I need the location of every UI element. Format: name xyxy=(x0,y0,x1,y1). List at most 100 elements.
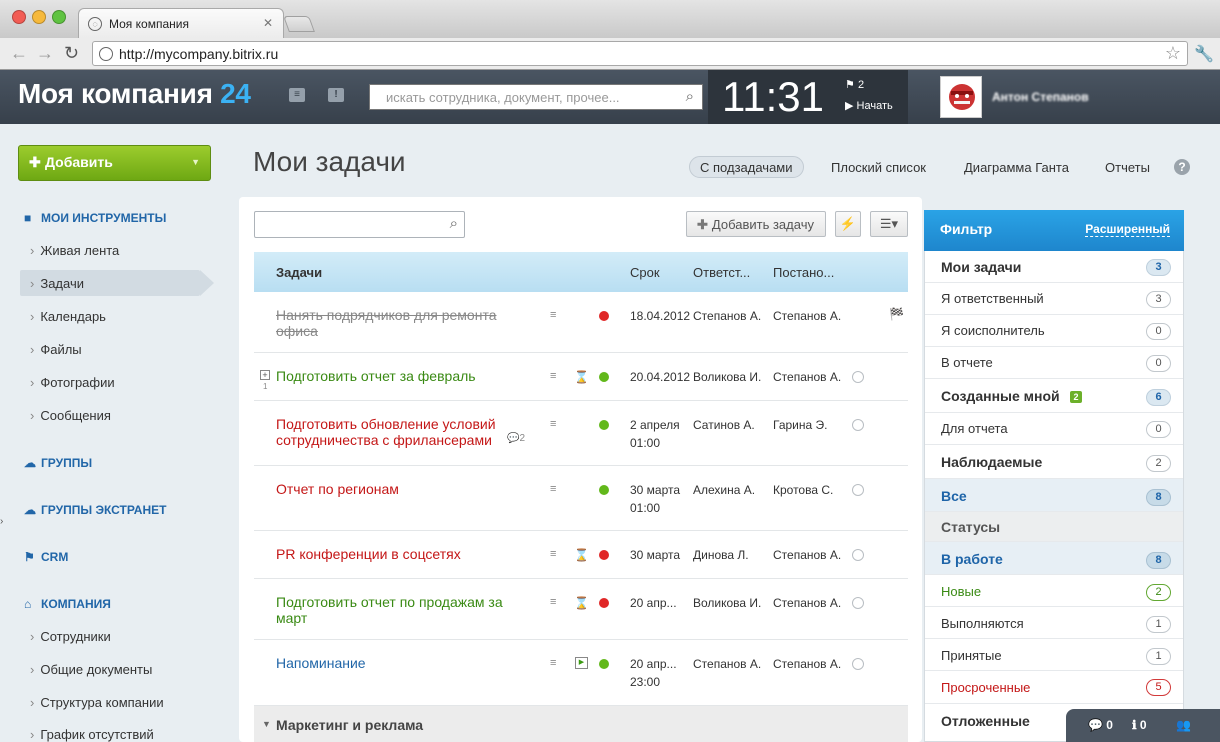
task-menu-icon[interactable]: ≡ xyxy=(550,596,556,608)
sidebar-section-crm[interactable]: ⚑ CRM xyxy=(24,550,68,564)
complete-checkbox[interactable] xyxy=(852,658,864,670)
column-header-responsible[interactable]: Ответст... xyxy=(693,265,750,280)
task-group-header[interactable]: ▼ Маркетинг и реклама xyxy=(254,706,908,742)
task-responsible[interactable]: Воликова И. xyxy=(693,594,761,612)
avatar[interactable] xyxy=(940,76,982,118)
task-title[interactable]: Отчет по регионам xyxy=(276,481,399,497)
add-task-button[interactable]: ✚ Добавить задачу xyxy=(686,211,826,237)
quick-action-button[interactable]: ⚡ xyxy=(835,211,861,237)
tab-flat-list[interactable]: Плоский список xyxy=(831,160,926,175)
filter-label[interactable]: Все xyxy=(941,488,967,504)
sidebar-item-calendar[interactable]: Календарь xyxy=(30,309,106,324)
sidebar-item-structure[interactable]: Структура компании xyxy=(30,695,163,710)
notifications-counter[interactable]: ℹ 0 xyxy=(1132,718,1147,732)
filter-label[interactable]: Созданные мной xyxy=(941,388,1060,404)
collapse-arrow-icon[interactable]: › xyxy=(0,516,3,527)
sidebar-item-tasks[interactable]: Задачи xyxy=(30,276,84,291)
chat-icon[interactable]: ≡ xyxy=(289,88,305,102)
task-search-input[interactable]: ⌕ xyxy=(254,211,465,238)
sidebar-section-extranet[interactable]: ☁ ГРУППЫ ЭКСТРАНЕТ xyxy=(24,503,166,517)
filter-label[interactable]: Я соисполнитель xyxy=(941,323,1045,338)
contacts-icon[interactable]: 👥 xyxy=(1176,718,1191,732)
filter-label[interactable]: Мои задачи xyxy=(941,259,1021,275)
sidebar-section-company[interactable]: ⌂ КОМПАНИЯ xyxy=(24,597,111,611)
complete-checkbox[interactable] xyxy=(852,371,864,383)
complete-checkbox[interactable] xyxy=(852,597,864,609)
play-icon[interactable]: ▶ xyxy=(575,657,588,669)
notification-icon[interactable]: ! xyxy=(328,88,344,102)
task-title[interactable]: Напоминание xyxy=(276,655,366,671)
sidebar-item-photos[interactable]: Фотографии xyxy=(30,375,114,390)
tab-reports[interactable]: Отчеты xyxy=(1105,160,1150,175)
sidebar-item-documents[interactable]: Общие документы xyxy=(30,662,152,677)
sidebar-item-files[interactable]: Файлы xyxy=(30,342,81,357)
task-responsible[interactable]: Динова Л. xyxy=(693,546,749,564)
task-menu-icon[interactable]: ≡ xyxy=(550,309,556,321)
task-menu-icon[interactable]: ≡ xyxy=(550,418,556,430)
address-bar[interactable]: http://mycompany.bitrix.ru ☆ xyxy=(92,41,1188,66)
expand-icon[interactable]: + xyxy=(260,370,270,380)
filter-label[interactable]: В отчете xyxy=(941,355,993,370)
sort-menu-button[interactable]: ☰▾ xyxy=(870,211,908,237)
task-title[interactable]: Нанять подрядчиков для ремонта офиса xyxy=(276,307,497,339)
filter-label[interactable]: Принятые xyxy=(941,648,1002,663)
task-menu-icon[interactable]: ≡ xyxy=(550,483,556,495)
complete-checkbox[interactable] xyxy=(852,549,864,561)
close-tab-icon[interactable]: ✕ xyxy=(263,16,273,30)
task-creator[interactable]: Гарина Э. xyxy=(773,416,827,434)
reload-icon[interactable]: ↻ xyxy=(64,44,79,62)
table-row[interactable] xyxy=(254,640,908,706)
sidebar-section-tools[interactable]: ■ МОИ ИНСТРУМЕНТЫ xyxy=(24,211,166,225)
tab-gantt[interactable]: Диаграмма Ганта xyxy=(964,160,1069,175)
task-responsible[interactable]: Степанов А. xyxy=(693,307,761,325)
task-menu-icon[interactable]: ≡ xyxy=(550,370,556,382)
portal-logo[interactable]: Моя компания 24 xyxy=(18,78,251,110)
sidebar-item-absence[interactable]: График отсутствий xyxy=(30,727,153,742)
task-creator[interactable]: Кротова С. xyxy=(773,481,833,499)
back-arrow-icon[interactable]: ← xyxy=(10,44,28,62)
task-responsible[interactable]: Воликова И. xyxy=(693,368,761,386)
complete-checkbox[interactable] xyxy=(852,419,864,431)
tab-subtasks[interactable]: С подзадачами xyxy=(689,156,804,178)
new-tab-button[interactable] xyxy=(283,16,315,32)
task-creator[interactable]: Степанов А. xyxy=(773,655,841,673)
forward-arrow-icon[interactable]: → xyxy=(36,44,54,62)
complete-checkbox[interactable] xyxy=(852,484,864,496)
window-zoom-button[interactable] xyxy=(52,10,66,24)
comments-indicator[interactable]: 💬2 xyxy=(507,433,525,444)
wrench-icon[interactable]: 🔧 xyxy=(1194,44,1214,64)
task-responsible[interactable]: Алехина А. xyxy=(693,481,755,499)
search-icon[interactable]: ⌕ xyxy=(686,88,694,105)
column-header-deadline[interactable]: Срок xyxy=(630,265,660,280)
sidebar-item-employees[interactable]: Сотрудники xyxy=(30,629,110,644)
help-icon[interactable]: ? xyxy=(1174,159,1190,175)
advanced-filter-link[interactable]: Расширенный xyxy=(1085,222,1170,237)
task-title[interactable]: PR конференции в соцсетях xyxy=(276,546,461,562)
task-title[interactable]: Подготовить обновление условий сотрудниче… xyxy=(276,416,496,448)
search-icon[interactable]: ⌕ xyxy=(450,215,458,232)
chevron-down-icon[interactable]: ▼ xyxy=(262,719,271,729)
task-creator[interactable]: Степанов А. xyxy=(773,368,841,386)
task-menu-icon[interactable]: ≡ xyxy=(550,548,556,560)
window-close-button[interactable] xyxy=(12,10,26,24)
filter-label[interactable]: В работе xyxy=(941,551,1003,567)
sidebar-section-groups[interactable]: ☁ ГРУППЫ xyxy=(24,456,92,470)
task-title[interactable]: Подготовить отчет за февраль xyxy=(276,368,476,384)
filter-label[interactable]: Просроченные xyxy=(941,680,1030,695)
sidebar-item-livefeed[interactable]: Живая лента xyxy=(30,243,119,258)
user-name[interactable]: Антон Степанов xyxy=(992,90,1089,104)
filter-label[interactable]: Я ответственный xyxy=(941,291,1044,306)
filter-label[interactable]: Наблюдаемые xyxy=(941,454,1042,470)
chevron-down-icon[interactable]: ▼ xyxy=(191,157,200,167)
clock[interactable]: 11:31 xyxy=(722,73,824,121)
task-title[interactable]: Подготовить отчет по продажам за март xyxy=(276,594,503,626)
task-responsible[interactable]: Степанов А. xyxy=(693,655,761,673)
window-minimize-button[interactable] xyxy=(32,10,46,24)
task-creator[interactable]: Степанов А. xyxy=(773,594,841,612)
flag-counter[interactable]: ⚑ 2 xyxy=(845,78,864,91)
browser-tab[interactable]: ◌ Моя компания ✕ xyxy=(78,8,284,38)
search-input[interactable]: искать сотрудника, документ, прочее... ⌕ xyxy=(369,84,703,110)
start-workday-button[interactable]: ▶ Начать xyxy=(845,99,893,112)
add-button[interactable]: ✚ Добавить ▼ xyxy=(18,145,211,181)
sidebar-item-messages[interactable]: Сообщения xyxy=(30,408,111,423)
